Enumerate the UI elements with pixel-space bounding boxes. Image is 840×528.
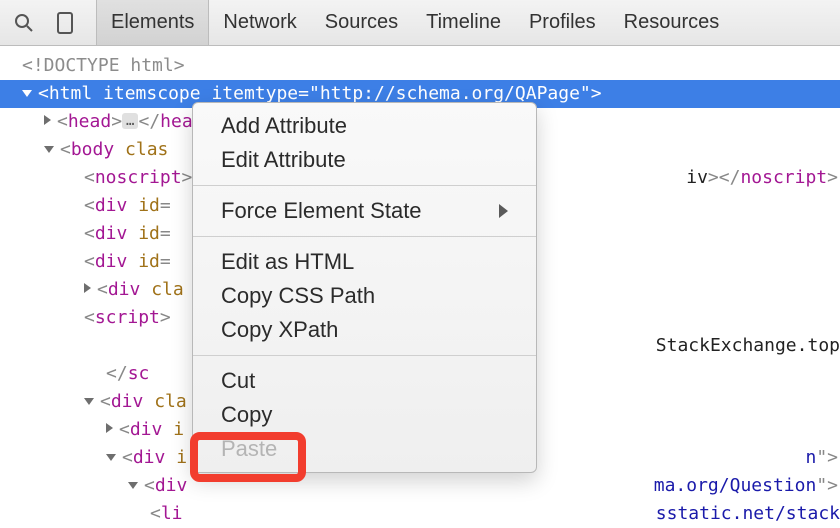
device-icon[interactable]	[54, 11, 78, 35]
menu-item-label: Paste	[221, 436, 277, 462]
doctype-text: <!DOCTYPE html>	[22, 55, 185, 76]
menu-separator	[193, 355, 536, 356]
expand-arrow-icon[interactable]	[106, 454, 116, 461]
menu-item-copy-xpath[interactable]: Copy XPath	[193, 313, 536, 347]
tab-profiles[interactable]: Profiles	[515, 0, 610, 45]
expand-arrow-icon[interactable]	[44, 146, 54, 153]
menu-item-label: Cut	[221, 368, 255, 394]
menu-item-label: Edit Attribute	[221, 147, 346, 173]
tab-sources[interactable]: Sources	[311, 0, 412, 45]
devtools-tabs: Elements Network Sources Timeline Profil…	[96, 0, 733, 45]
menu-item-copy-css-path[interactable]: Copy CSS Path	[193, 279, 536, 313]
tab-timeline[interactable]: Timeline	[412, 0, 515, 45]
context-menu: Add Attribute Edit Attribute Force Element…	[192, 102, 537, 473]
menu-separator	[193, 185, 536, 186]
expand-arrow-icon[interactable]	[84, 283, 91, 293]
dom-li[interactable]: <li sstatic.net/stack	[0, 500, 840, 528]
expand-arrow-icon[interactable]	[22, 90, 32, 97]
expand-arrow-icon[interactable]	[84, 398, 94, 405]
menu-item-label: Copy XPath	[221, 317, 338, 343]
menu-item-cut[interactable]: Cut	[193, 364, 536, 398]
menu-item-label: Copy	[221, 402, 272, 428]
menu-item-force-element-state[interactable]: Force Element State	[193, 194, 536, 228]
menu-item-label: Force Element State	[221, 198, 422, 224]
menu-item-label: Add Attribute	[221, 113, 347, 139]
tab-resources[interactable]: Resources	[610, 0, 734, 45]
menu-item-paste: Paste	[193, 432, 536, 466]
expand-arrow-icon[interactable]	[128, 482, 138, 489]
submenu-arrow-icon	[499, 204, 508, 218]
menu-item-label: Edit as HTML	[221, 249, 354, 275]
search-icon[interactable]	[12, 11, 36, 35]
expand-arrow-icon[interactable]	[44, 115, 51, 125]
devtools-toolbar: Elements Network Sources Timeline Profil…	[0, 0, 840, 46]
menu-separator	[193, 236, 536, 237]
menu-item-edit-attribute[interactable]: Edit Attribute	[193, 143, 536, 177]
dom-doctype[interactable]: <!DOCTYPE html>	[0, 52, 840, 80]
ellipsis-icon[interactable]: …	[122, 113, 138, 129]
tab-elements[interactable]: Elements	[96, 0, 209, 45]
tab-network[interactable]: Network	[209, 0, 310, 45]
expand-arrow-icon[interactable]	[106, 423, 113, 433]
menu-item-copy[interactable]: Copy	[193, 398, 536, 432]
menu-item-label: Copy CSS Path	[221, 283, 375, 309]
menu-item-edit-as-html[interactable]: Edit as HTML	[193, 245, 536, 279]
menu-item-add-attribute[interactable]: Add Attribute	[193, 109, 536, 143]
dom-div-deep[interactable]: <div ma.org/Question">	[0, 472, 840, 500]
